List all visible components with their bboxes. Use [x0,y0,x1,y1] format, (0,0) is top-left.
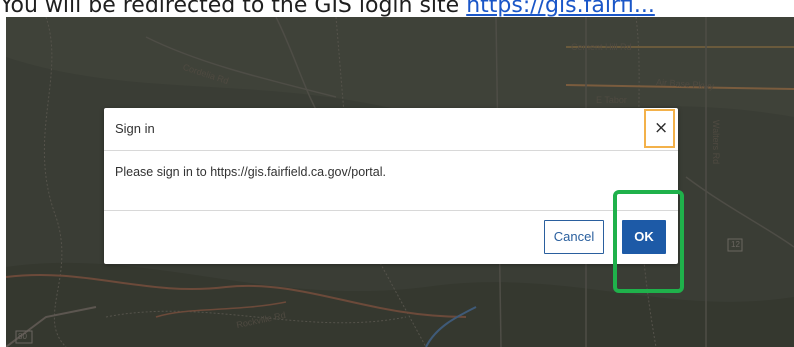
cancel-button[interactable]: Cancel [544,220,604,254]
instruction-main: You will be redirected to the GIS login … [0,0,467,18]
sign-in-dialog: Sign in × Please sign in to https://gis.… [104,108,678,264]
dialog-title: Sign in [115,121,155,136]
close-button[interactable]: × [644,109,675,148]
dialog-body: Please sign in to https://gis.fairfield.… [104,150,678,211]
map-label-route-12: 12 [731,240,740,249]
map-label-route-80: 80 [18,332,27,341]
dialog-header: Sign in × [104,108,678,151]
instruction-link[interactable]: https://gis.fairfi... [466,0,655,18]
map-label-walters: Walters Rd [711,119,722,165]
map-label-cement-hill: Cement Hill Rd [571,42,632,52]
map-label-tabor: E Tabor [596,95,627,105]
ok-highlight-annotation [613,190,684,293]
close-icon: × [654,118,669,138]
dialog-message: Please sign in to https://gis.fairfield.… [115,165,386,179]
